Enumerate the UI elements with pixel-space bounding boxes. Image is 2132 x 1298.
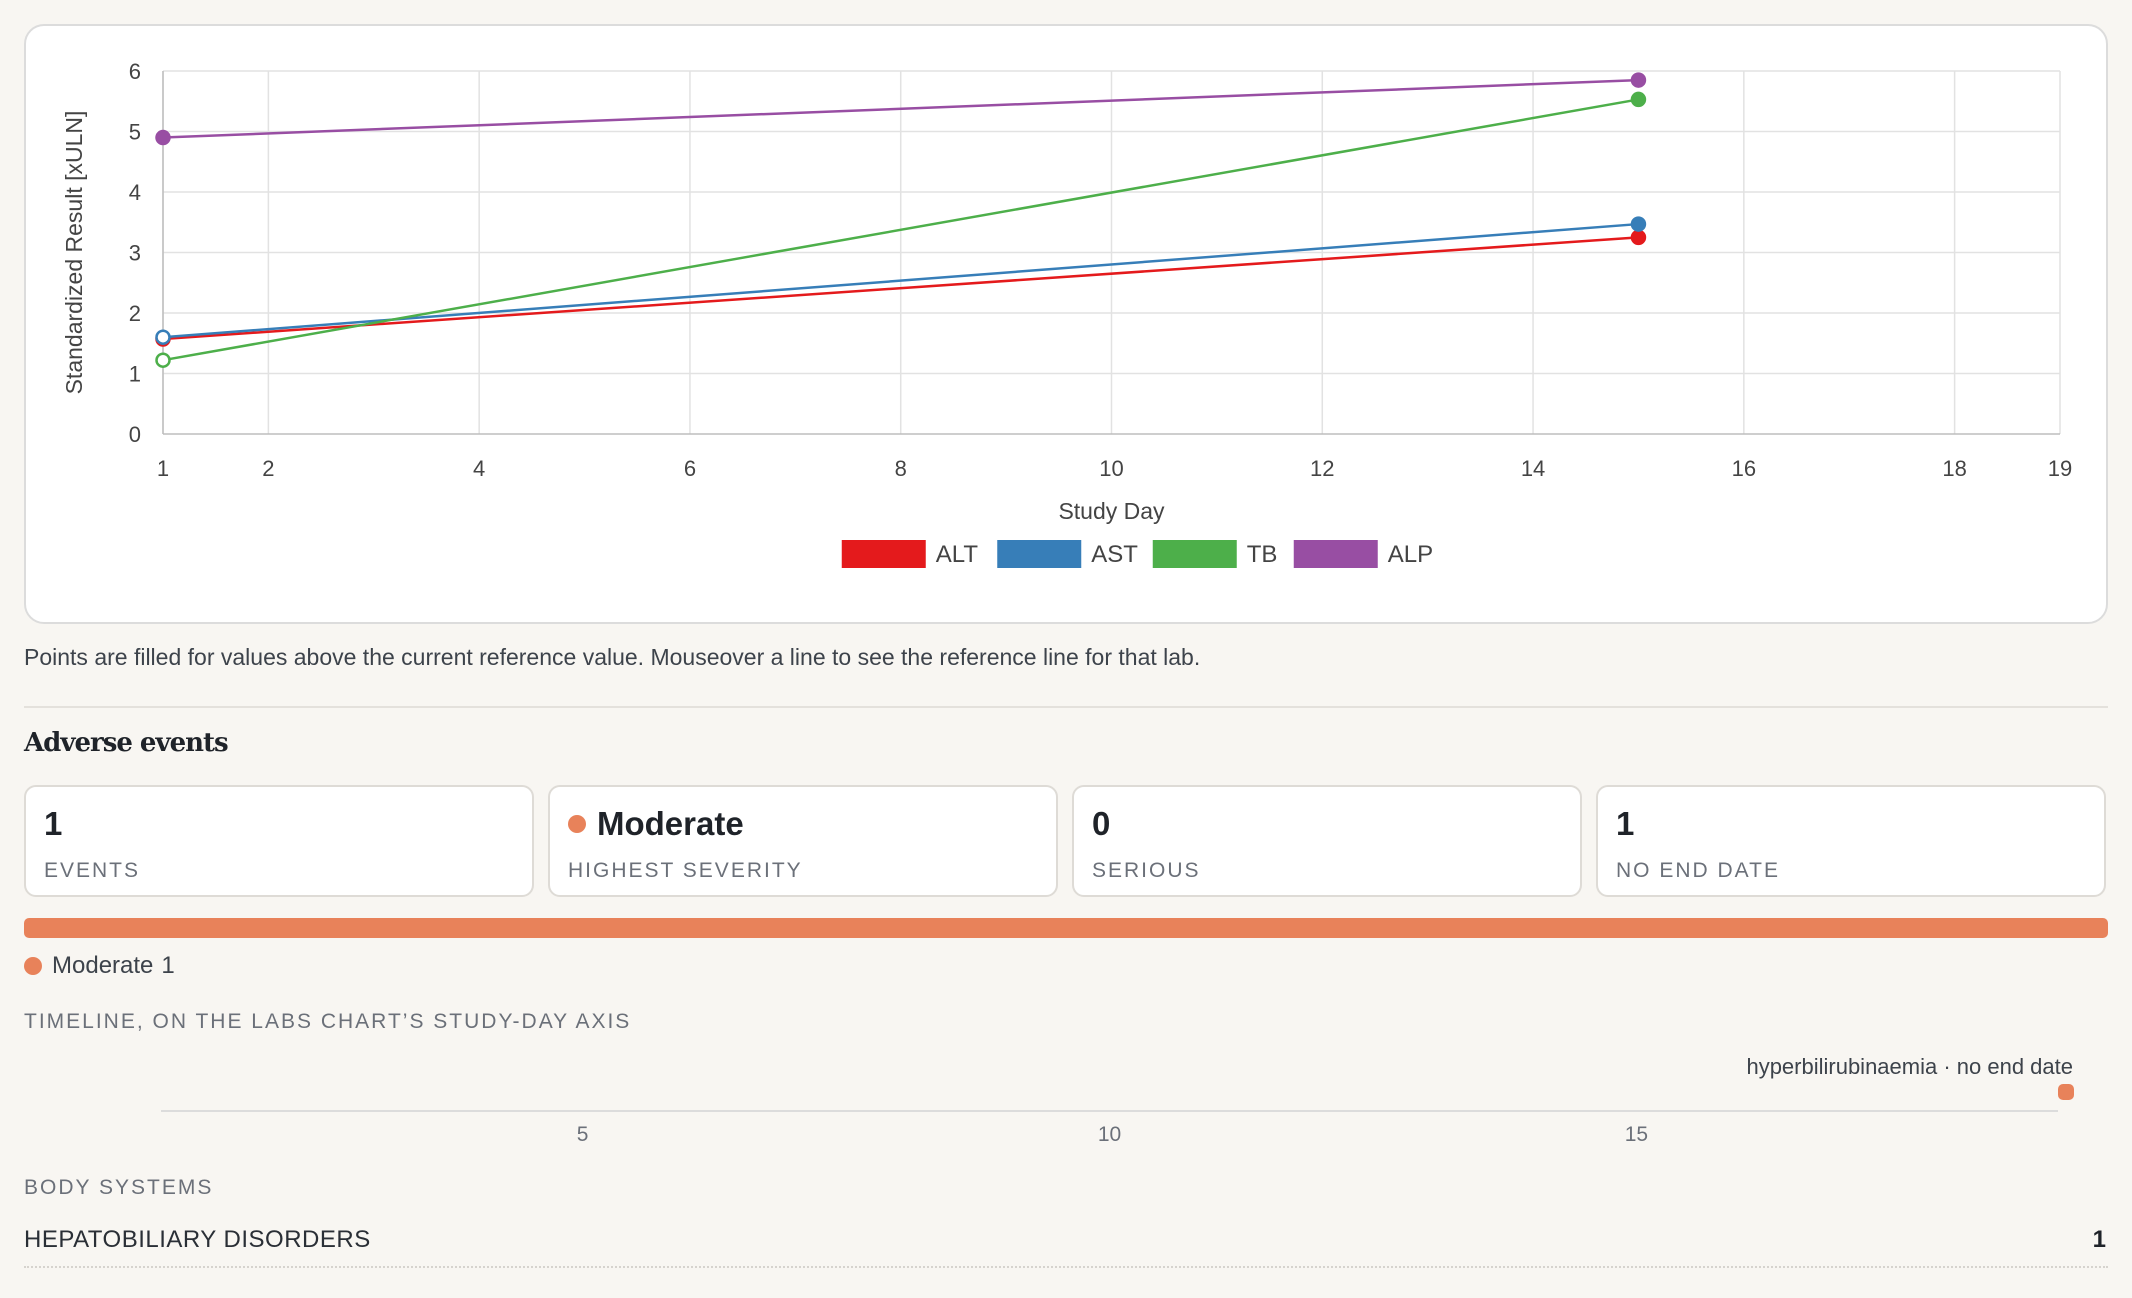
stat-card-highest-severity: Moderate HIGHEST SEVERITY [548,785,1058,897]
body-system-count: 1 [2092,1226,2106,1253]
body-system-name: HEPATOBILIARY DISORDERS [24,1226,371,1253]
data-point-ast [1630,216,1647,232]
y-tick-label: 5 [129,120,141,145]
stat-label-serious: SERIOUS [1092,859,1201,882]
labs-chart-card: 1 2 4 6 8 10 12 14 16 18 19 0 1 2 3 4 5 6 Study Day Standar… [24,24,2108,624]
stat-value-no-end-date: 1 [1616,805,1635,842]
severity-legend-count: 1 [161,952,175,979]
chart-note: Points are filled for values above the c… [24,644,1201,670]
data-point-tb [155,352,171,368]
y-tick-label: 0 [129,422,141,447]
y-tick-label: 2 [129,301,141,326]
body-system-row-divider [24,1266,2108,1268]
severity-legend-dot-icon [24,957,42,975]
x-tick-label: 10 [1099,456,1123,481]
timeline-heading: TIMELINE, ON THE LABS CHART’S STUDY-DAY … [24,1010,632,1033]
timeline-tick-label: 5 [577,1123,589,1146]
severity-legend-label: Moderate [52,952,154,979]
timeline-event-marker [2058,1084,2074,1100]
adverse-event-timeline: 5 10 15 hyperbilirubinaemia · no end date [161,1054,2074,1146]
body-systems-heading: BODY SYSTEMS [24,1176,214,1199]
data-point-alp [1630,72,1647,88]
x-axis-label: Study Day [1058,498,1165,524]
y-axis-label: Standardized Result [xULN] [61,111,87,395]
timeline-event-label: hyperbilirubinaemia · no end date [1746,1054,2073,1079]
severity-legend: Moderate 1 [24,952,175,980]
timeline-tick-label: 10 [1098,1123,1121,1146]
x-tick-label: 2 [262,456,274,481]
y-tick-label: 1 [129,362,141,387]
labs-line-chart[interactable]: 1 2 4 6 8 10 12 14 16 18 190123456Study DayStandar… [26,26,2110,626]
severity-distribution-bar[interactable] [24,918,2108,938]
stat-label-no-end-date: NO END DATE [1616,859,1780,882]
data-point-ast [155,329,171,345]
legend-swatch-alp [1293,540,1378,568]
y-tick-label: 3 [129,241,141,266]
legend-label-alp: ALP [1388,541,1433,568]
section-title-adverse-events: Adverse events [24,728,229,758]
x-tick-label: 4 [473,456,485,481]
legend-label-alt: ALT [936,541,979,568]
x-tick-label: 19 [2048,456,2072,481]
section-divider [24,706,2108,708]
stat-value-serious: 0 [1092,805,1111,842]
stat-label-events: EVENTS [44,859,141,882]
data-point-tb [1630,91,1647,108]
timeline-tick-label: 15 [1625,1123,1648,1146]
legend-swatch-alt [841,540,926,568]
x-tick-label: 14 [1521,456,1545,481]
stat-value-events: 1 [44,805,63,842]
x-tick-label: 18 [1942,456,1966,481]
data-point-alt [1630,229,1647,246]
stat-card-serious: 0 SERIOUS [1072,785,1582,897]
legend-swatch-ast [997,540,1082,568]
legend-swatch-tb [1152,540,1237,568]
data-point-alp [155,129,171,146]
y-tick-label: 6 [129,59,141,84]
y-tick-label: 4 [129,180,141,205]
legend-label-ast: AST [1091,541,1138,568]
x-tick-label: 1 [157,456,169,481]
severity-dot-icon [568,815,586,833]
stat-card-events: 1 EVENTS [24,785,534,897]
stat-card-no-end-date: 1 NO END DATE [1596,785,2106,897]
x-tick-label: 12 [1310,456,1334,481]
x-tick-label: 16 [1732,456,1756,481]
x-tick-label: 8 [895,456,907,481]
stat-label-highest-severity: HIGHEST SEVERITY [568,859,803,882]
legend-label-tb: TB [1247,541,1278,568]
stat-value-highest-severity: Moderate [568,805,744,843]
x-tick-label: 6 [684,456,696,481]
